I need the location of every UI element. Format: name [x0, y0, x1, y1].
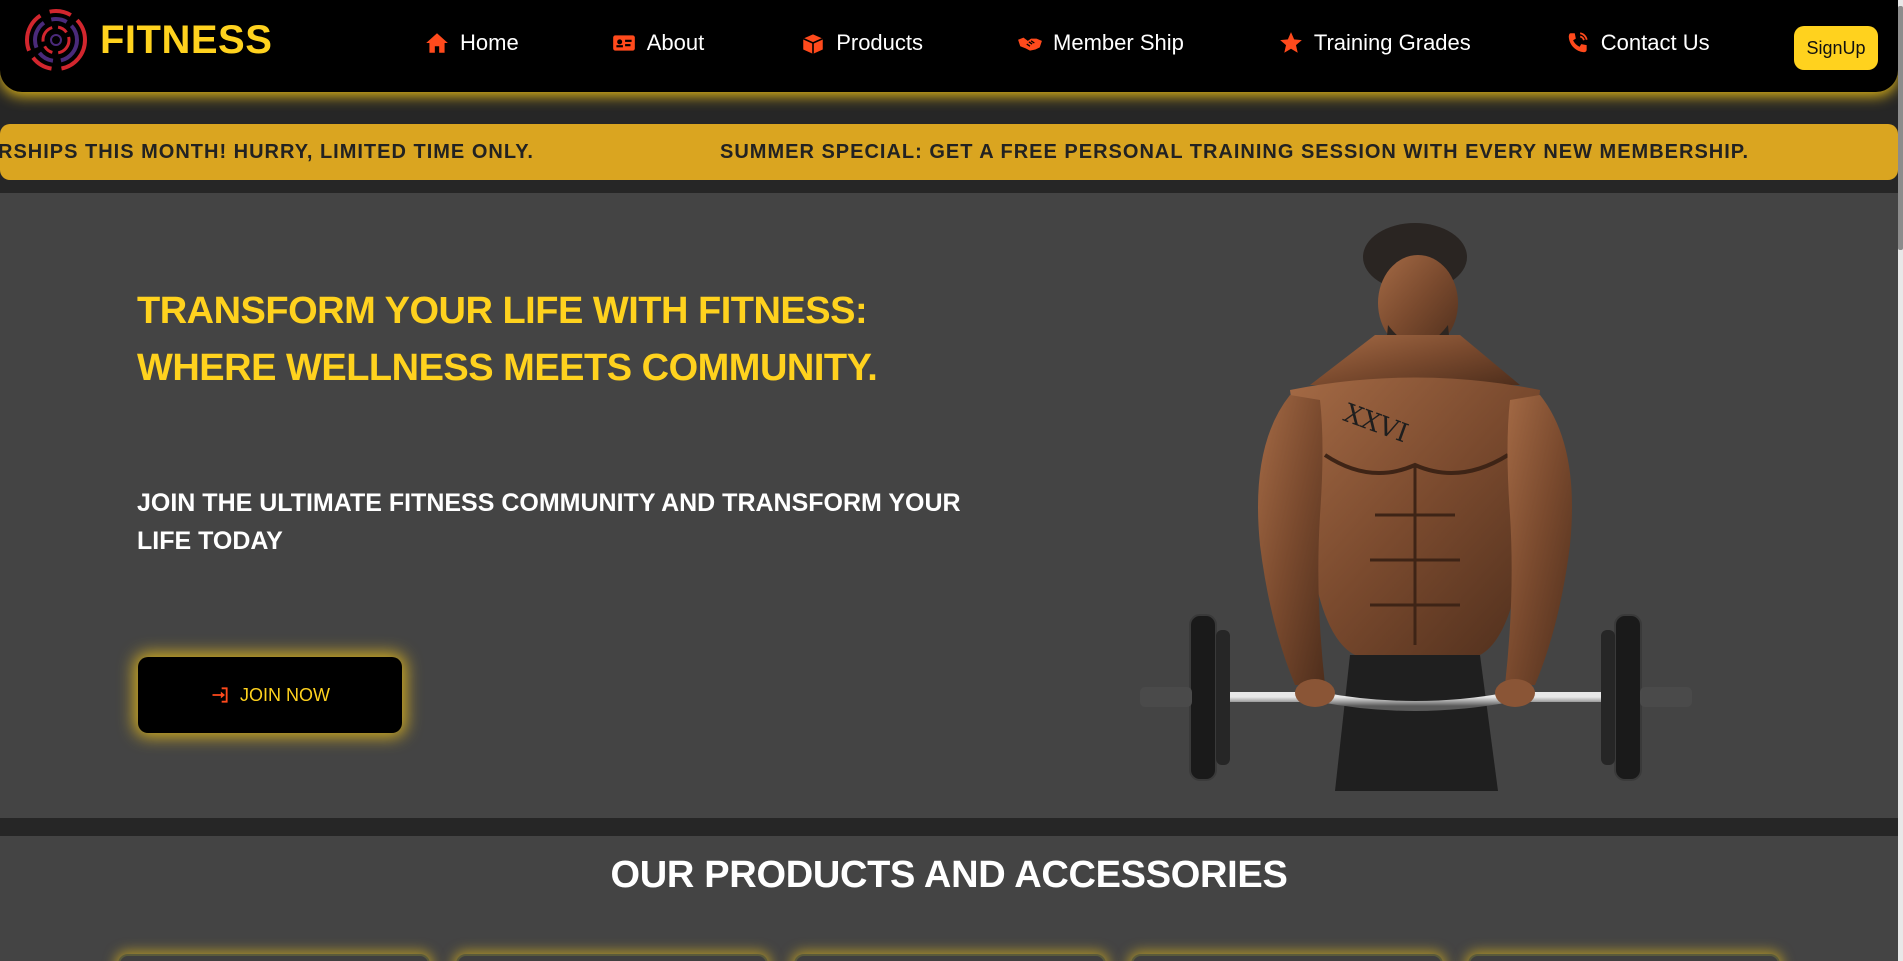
ticker-message-1: RSHIPS THIS MONTH! HURRY, LIMITED TIME O…: [0, 141, 534, 163]
signup-button[interactable]: SignUp: [1794, 26, 1878, 70]
page: FITNESS Home About Products Member Ship …: [0, 0, 1903, 961]
nav-item-training-grades[interactable]: Training Grades: [1278, 30, 1471, 56]
hero-subtitle: JOIN THE ULTIMATE FITNESS COMMUNITY AND …: [137, 489, 961, 555]
hero-title-line-2: WHERE WELLNESS MEETS COMMUNITY.: [137, 347, 878, 389]
ticker-message-2: SUMMER SPECIAL: GET A FREE PERSONAL TRAI…: [720, 141, 1750, 163]
id-card-icon: [612, 35, 635, 51]
nav-item-membership[interactable]: Member Ship: [1017, 30, 1184, 56]
logo-mark-icon: [25, 9, 87, 71]
nav-label-training-grades: Training Grades: [1313, 30, 1471, 55]
handshake-icon: [1018, 37, 1042, 51]
nav-item-about[interactable]: About: [611, 30, 705, 56]
top-navbar: FITNESS Home About Products Member Ship …: [0, 0, 1898, 92]
hero-title: TRANSFORM YOUR LIFE WITH FITNESS: WHERE …: [137, 283, 1037, 397]
home-icon: [426, 33, 448, 53]
hero-title-line-1: TRANSFORM YOUR LIFE WITH FITNESS:: [137, 290, 868, 332]
brand-name: FITNESS: [100, 17, 273, 62]
nav-label-contact: Contact Us: [1600, 30, 1710, 55]
join-now-button[interactable]: JOIN NOW: [138, 657, 402, 733]
product-card[interactable]: [794, 954, 1106, 961]
nav-label-home: Home: [460, 30, 519, 55]
box-icon: [803, 34, 824, 54]
scrollbar-thumb[interactable]: [1898, 6, 1903, 250]
nav-links: Home About Products Member Ship Training…: [424, 30, 1710, 56]
product-card[interactable]: [1131, 954, 1443, 961]
nav-item-contact[interactable]: Contact Us: [1565, 30, 1710, 56]
sign-in-icon: [212, 687, 228, 703]
product-card[interactable]: [1468, 954, 1780, 961]
product-card[interactable]: [118, 954, 430, 961]
products-heading: OUR PRODUCTS AND ACCESSORIES: [610, 854, 1288, 896]
nav-label-membership: Member Ship: [1053, 30, 1184, 55]
nav-item-home[interactable]: Home: [424, 30, 519, 56]
star-icon: [1280, 32, 1302, 53]
nav-item-products[interactable]: Products: [800, 30, 923, 56]
nav-label-products: Products: [836, 30, 924, 55]
product-card[interactable]: [456, 954, 768, 961]
page-scrollbar[interactable]: [1898, 0, 1903, 961]
brand-logo[interactable]: FITNESS: [24, 8, 272, 72]
promo-ticker: RSHIPS THIS MONTH! HURRY, LIMITED TIME O…: [0, 124, 1898, 180]
products-section: OUR PRODUCTS AND ACCESSORIES: [0, 836, 1898, 961]
nav-label-about: About: [646, 30, 705, 55]
athlete-barbell-image: XXVI: [1140, 223, 1692, 791]
hero-section: TRANSFORM YOUR LIFE WITH FITNESS: WHERE …: [0, 193, 1898, 818]
phone-icon: [1568, 32, 1588, 53]
join-now-label: JOIN NOW: [240, 684, 330, 705]
